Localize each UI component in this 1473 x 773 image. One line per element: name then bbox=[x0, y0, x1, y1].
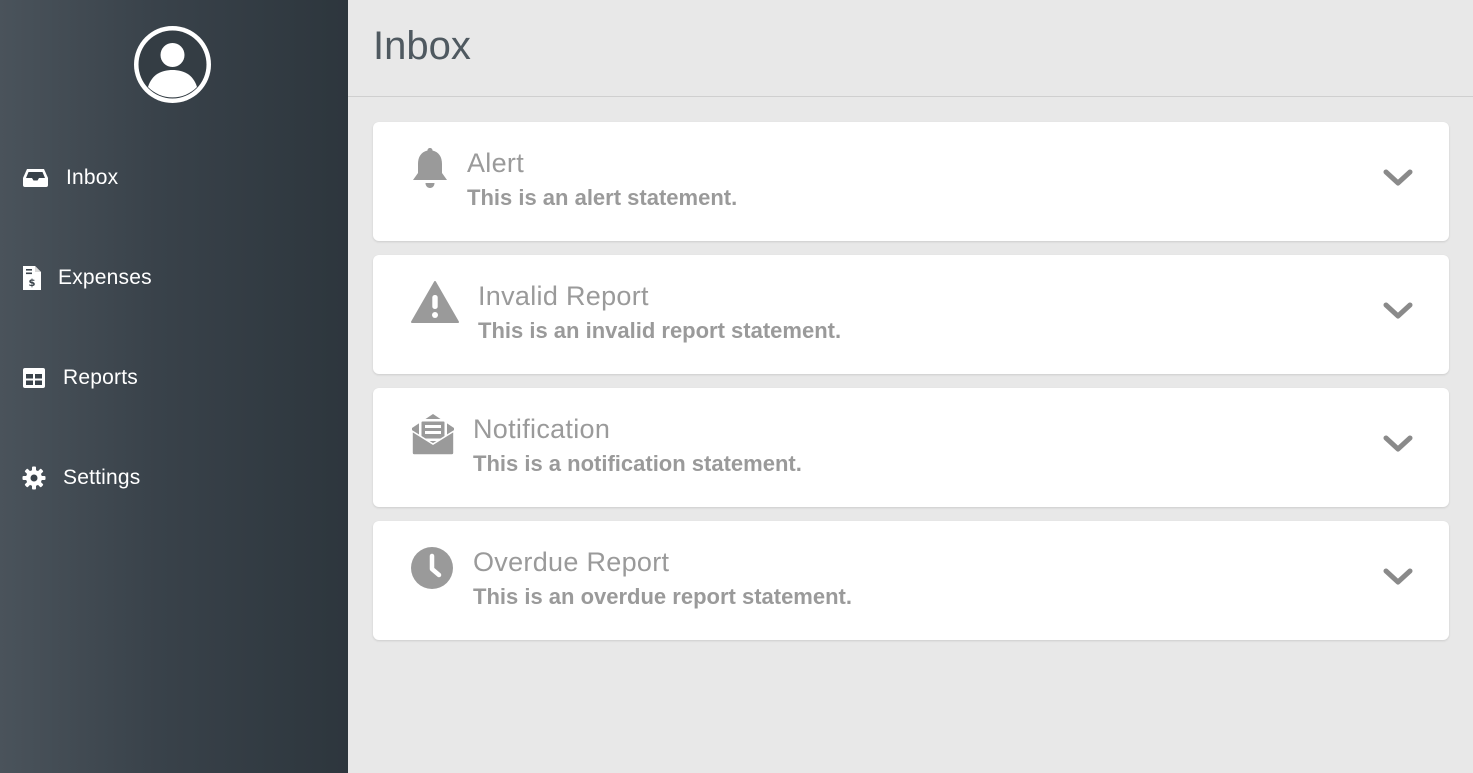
gear-icon bbox=[22, 466, 50, 490]
bell-icon bbox=[410, 146, 450, 195]
user-circle-icon bbox=[138, 30, 207, 99]
inbox-icon bbox=[22, 166, 50, 190]
message-title: Overdue Report bbox=[473, 547, 670, 577]
svg-text:$: $ bbox=[29, 278, 36, 289]
page-title: Inbox bbox=[373, 24, 471, 68]
envelope-open-icon bbox=[410, 412, 456, 461]
message-title: Invalid Report bbox=[478, 281, 649, 311]
sidebar: Inbox $ Expenses Reports Settings bbox=[0, 0, 348, 773]
main-content: Inbox Alert This is an alert statement. bbox=[348, 0, 1473, 773]
chevron-down-icon[interactable] bbox=[1383, 567, 1413, 592]
clock-icon bbox=[410, 546, 454, 595]
app-window: Inbox $ Expenses Reports Settings Inbox … bbox=[0, 0, 1473, 773]
message-text: This is an alert statement. bbox=[467, 185, 738, 210]
message-text: This is an invalid report statement. bbox=[478, 318, 842, 343]
sidebar-item-label: Inbox bbox=[66, 166, 119, 189]
chevron-down-icon[interactable] bbox=[1383, 434, 1413, 459]
sidebar-item-label: Expenses bbox=[58, 266, 152, 289]
sidebar-item-expenses[interactable]: $ Expenses bbox=[22, 258, 152, 298]
message-card-notification[interactable]: Notification This is a notification stat… bbox=[373, 388, 1449, 507]
receipt-dollar-icon: $ bbox=[22, 266, 50, 290]
warning-triangle-icon bbox=[410, 280, 460, 329]
message-text: This is a notification statement. bbox=[473, 451, 802, 476]
chevron-down-icon[interactable] bbox=[1383, 168, 1413, 193]
sidebar-item-settings[interactable]: Settings bbox=[22, 458, 140, 498]
message-text: This is an overdue report statement. bbox=[473, 584, 852, 609]
table-icon bbox=[22, 366, 50, 390]
sidebar-item-label: Reports bbox=[63, 366, 138, 389]
message-card-overdue-report[interactable]: Overdue Report This is an overdue report… bbox=[373, 521, 1449, 640]
message-card-alert[interactable]: Alert This is an alert statement. bbox=[373, 122, 1449, 241]
message-list: Alert This is an alert statement. Invali… bbox=[373, 122, 1449, 654]
sidebar-item-reports[interactable]: Reports bbox=[22, 358, 138, 398]
message-card-invalid-report[interactable]: Invalid Report This is an invalid report… bbox=[373, 255, 1449, 374]
page-header: Inbox bbox=[348, 0, 1473, 97]
chevron-down-icon[interactable] bbox=[1383, 301, 1413, 326]
sidebar-item-inbox[interactable]: Inbox bbox=[22, 158, 118, 198]
message-title: Notification bbox=[473, 414, 611, 444]
message-title: Alert bbox=[467, 148, 525, 178]
user-avatar[interactable] bbox=[134, 26, 211, 103]
sidebar-item-label: Settings bbox=[63, 466, 141, 489]
